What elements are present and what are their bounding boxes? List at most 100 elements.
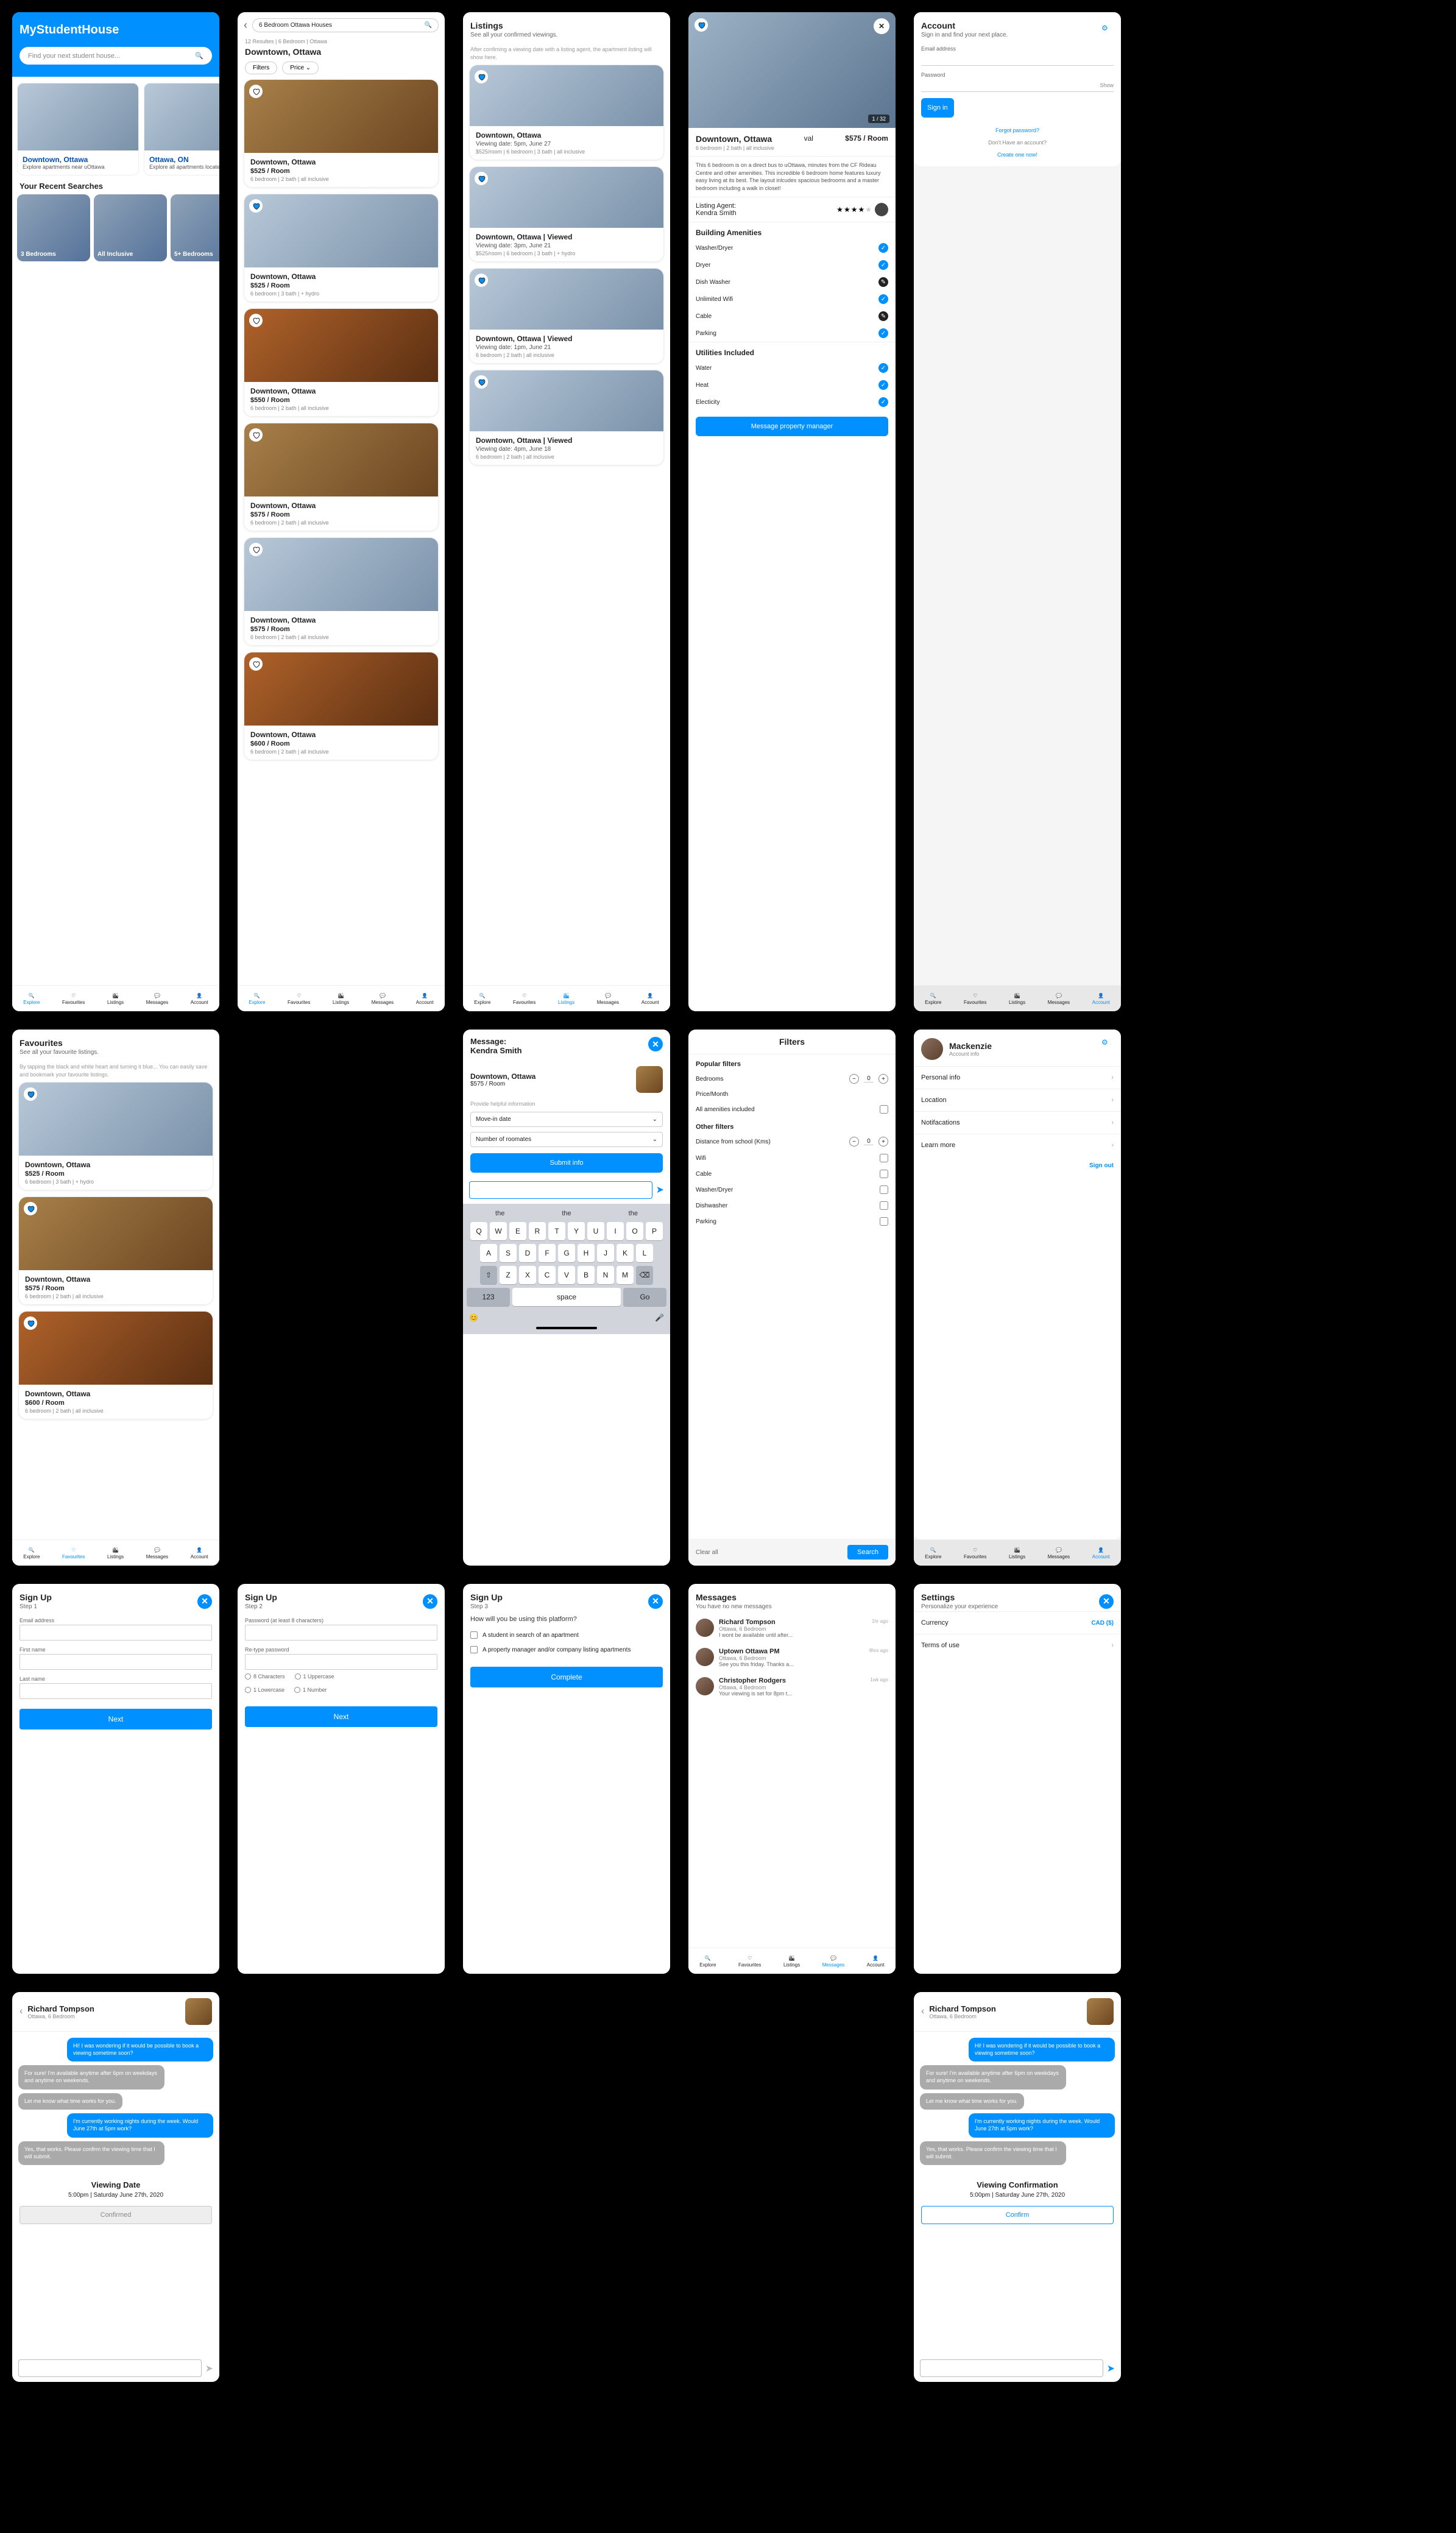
key-t[interactable]: T [548,1222,565,1240]
back-button[interactable]: ‹ [921,2006,924,2017]
tab-messages[interactable]: 💬Messages [143,991,172,1008]
favourite-toggle[interactable] [694,18,708,32]
key-e[interactable]: E [509,1222,526,1240]
tab-messages[interactable]: 💬Messages [368,991,397,1008]
tab-favourites[interactable]: ♡Favourites [735,1953,765,1970]
shift-key[interactable]: ⇧ [480,1266,497,1284]
option-student[interactable]: A student in search of an apartment [463,1628,670,1642]
key-b[interactable]: B [578,1266,595,1284]
tab-messages[interactable]: 💬Messages [593,991,623,1008]
price-sort-button[interactable]: Price ⌄ [282,62,319,74]
favourite-toggle[interactable] [249,657,263,671]
key-m[interactable]: M [617,1266,634,1284]
next-button[interactable]: Next [245,1706,437,1727]
confirm-button[interactable]: Confirm [921,2206,1114,2224]
roommates-select[interactable]: Number of roomates⌄ [470,1132,663,1147]
message-item[interactable]: Richard TompsonOttawa, 6 BedroomI wont b… [688,1614,896,1643]
tab-account[interactable]: 👤Account [187,991,212,1008]
backspace-key[interactable]: ⌫ [636,1266,653,1284]
forgot-password-link[interactable]: Forgot password? [914,124,1121,137]
filter-toggle[interactable] [880,1185,888,1194]
send-icon[interactable]: ➤ [1107,2362,1115,2375]
promo-card[interactable]: Downtown, Ottawa Explore apartments near… [17,83,139,175]
key-f[interactable]: F [539,1244,556,1262]
recent-chip[interactable]: 5+ Bedrooms [171,194,219,261]
favourite-toggle[interactable] [475,172,488,185]
tab-account[interactable]: 👤Account [863,1953,888,1970]
menu-item[interactable]: Learn more› [914,1134,1121,1156]
send-icon[interactable]: ➤ [205,2362,213,2375]
tab-favourites[interactable]: ♡Favourites [509,991,539,1008]
key-a[interactable]: A [480,1244,497,1262]
message-input[interactable] [469,1181,652,1199]
tab-listings[interactable]: 🏙Listings [104,1545,127,1562]
minus-icon[interactable]: − [849,1074,859,1084]
plus-icon[interactable]: + [878,1074,888,1084]
key-y[interactable]: Y [568,1222,585,1240]
key-w[interactable]: W [490,1222,507,1240]
listing-card[interactable]: Downtown, Ottawa$575 / Room6 bedroom | 2… [244,537,439,646]
listing-thumb[interactable] [1087,1998,1114,2025]
favourite-toggle[interactable] [475,375,488,389]
promo-card[interactable]: Ottawa, ON Explore all apartments locate… [144,83,219,175]
space-key[interactable]: space [512,1288,621,1306]
message-item[interactable]: Christopher RodgersOttawa, 4 BedroomYour… [688,1672,896,1701]
all-amenities-toggle[interactable] [880,1105,888,1114]
kb-suggestion[interactable]: the [629,1210,638,1217]
key-d[interactable]: D [519,1244,536,1262]
repassword-input[interactable] [245,1654,437,1670]
close-button[interactable]: ✕ [874,18,889,34]
key-i[interactable]: I [607,1222,624,1240]
email-input[interactable] [19,1625,212,1641]
tab-listings[interactable]: 🏙Listings [104,991,127,1008]
option-manager[interactable]: A property manager and/or company listin… [463,1642,670,1657]
key-j[interactable]: J [597,1244,614,1262]
filter-toggle[interactable] [880,1154,888,1162]
key-g[interactable]: G [558,1244,575,1262]
home-indicator[interactable] [536,1327,597,1329]
key-z[interactable]: Z [500,1266,517,1284]
key-v[interactable]: V [558,1266,575,1284]
key-x[interactable]: X [519,1266,536,1284]
key-q[interactable]: Q [470,1222,487,1240]
search-input[interactable]: Find your next student house... 🔍 [19,47,212,65]
lastname-input[interactable] [19,1683,212,1699]
filters-button[interactable]: Filters [245,62,277,74]
message-manager-button[interactable]: Message property manager [696,417,888,436]
next-button[interactable]: Next [19,1709,212,1729]
create-account-link[interactable]: Create one now! [914,148,1121,161]
tab-account[interactable]: 👤Account [638,991,663,1008]
favourite-toggle[interactable] [249,543,263,556]
gear-icon[interactable]: ⚙ [1101,24,1114,36]
tab-favourites[interactable]: ♡Favourites [960,991,990,1008]
favourite-toggle[interactable] [475,274,488,287]
listing-card[interactable]: Downtown, Ottawa$600 / Room6 bedroom | 2… [18,1311,213,1419]
filter-toggle[interactable] [880,1170,888,1178]
tab-favourites[interactable]: ♡Favourites [58,991,88,1008]
listing-card[interactable]: Downtown, Ottawa$600 / Room6 bedroom | 2… [244,652,439,760]
key-r[interactable]: R [529,1222,546,1240]
viewing-card[interactable]: Downtown, Ottawa | ViewedViewing date: 3… [469,166,664,262]
tab-favourites[interactable]: ♡Favourites [58,1545,88,1562]
tab-explore[interactable]: 🔍Explore [245,991,269,1008]
tab-messages[interactable]: 💬Messages [1044,991,1073,1008]
back-button[interactable]: ‹ [19,2006,23,2017]
tab-explore[interactable]: 🔍Explore [470,991,494,1008]
password-input[interactable] [921,79,1100,91]
menu-item[interactable]: Personal info› [914,1066,1121,1089]
filter-toggle[interactable] [880,1217,888,1226]
key-c[interactable]: C [539,1266,556,1284]
favourite-toggle[interactable] [24,1316,37,1330]
listing-card[interactable]: Downtown, Ottawa$525 / Room6 bedroom | 2… [244,79,439,188]
favourite-toggle[interactable] [475,70,488,83]
key-o[interactable]: O [626,1222,643,1240]
email-input[interactable] [921,53,1114,66]
key-u[interactable]: U [587,1222,604,1240]
tab-explore[interactable]: 🔍Explore [921,991,945,1008]
favourite-toggle[interactable] [249,428,263,442]
listing-card[interactable]: Downtown, Ottawa$525 / Room6 bedroom | 3… [18,1082,213,1190]
emoji-key[interactable]: 😊 [469,1313,478,1322]
plus-icon[interactable]: + [878,1137,888,1146]
close-button[interactable]: ✕ [648,1594,663,1609]
tab-favourites[interactable]: ♡Favourites [284,991,314,1008]
